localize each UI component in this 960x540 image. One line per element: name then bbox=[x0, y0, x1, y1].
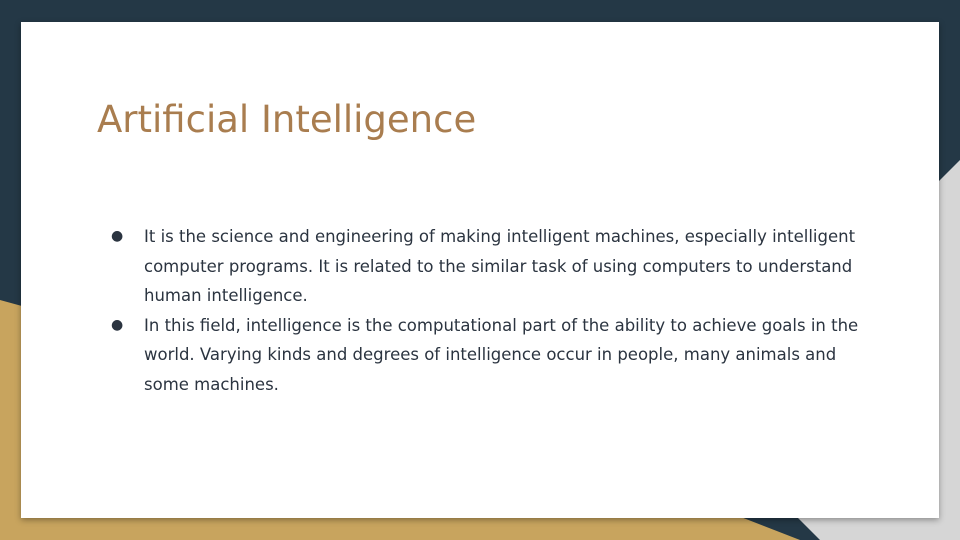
bullet-marker: ● bbox=[111, 228, 124, 244]
bullet-text: In this field, intelligence is the compu… bbox=[144, 315, 859, 394]
bullet-item: ● In this field, intelligence is the com… bbox=[107, 311, 867, 400]
slide-title: Artificial Intelligence bbox=[97, 98, 477, 141]
bullet-item: ● It is the science and engineering of m… bbox=[107, 222, 867, 311]
slide-card: Artificial Intelligence ● It is the scie… bbox=[21, 22, 939, 518]
bullet-list: ● It is the science and engineering of m… bbox=[107, 222, 867, 399]
bullet-marker: ● bbox=[111, 316, 124, 333]
bullet-text: It is the science and engineering of mak… bbox=[144, 227, 856, 305]
